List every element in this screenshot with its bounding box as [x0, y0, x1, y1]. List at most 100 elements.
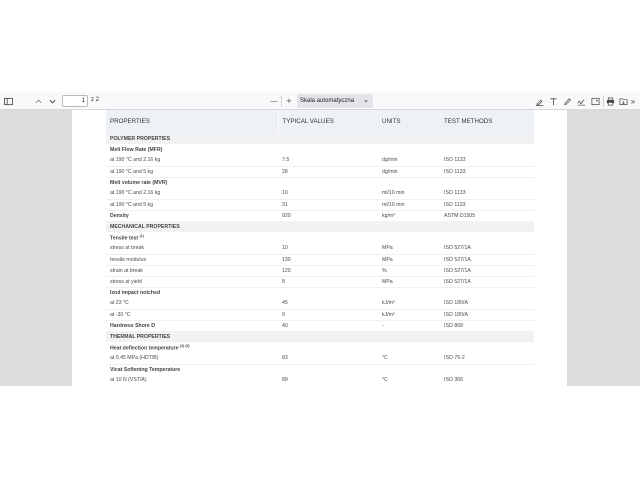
- table-cell: strain at break: [106, 265, 278, 277]
- cell-text: ASTM D1505: [444, 212, 476, 219]
- sidebar-toggle-icon[interactable]: [2, 94, 14, 108]
- cell-text: strain at break: [110, 267, 143, 274]
- table-cell: at 10 N (VST/A): [106, 375, 278, 386]
- table-cell: [378, 177, 440, 188]
- table-cell: ISO 527/1A: [440, 276, 534, 288]
- table-row: tensile modulus 130 MPa ISO 527/1A: [106, 254, 534, 266]
- table-cell: [440, 331, 534, 342]
- table-row: Vicat Softening Temperature: [106, 364, 534, 375]
- text-icon[interactable]: [547, 94, 559, 108]
- cell-text: POLYMER PROPERTIES: [110, 135, 171, 142]
- table-cell: at -30 °C: [106, 309, 278, 321]
- cell-text: ISO 1133: [444, 190, 466, 197]
- table-cell: Tensile test (1): [106, 232, 278, 243]
- table-cell: ml/10 min: [378, 188, 440, 200]
- cell-text: dg/min: [382, 168, 398, 175]
- section-row: MECHANICAL PROPERTIES: [106, 221, 534, 232]
- page-total: z 2: [91, 97, 100, 103]
- table-cell: [378, 287, 440, 298]
- zoom-out-button[interactable]: —: [268, 94, 280, 108]
- cell-text: Melt Flow Rate (MFR): [110, 146, 163, 153]
- page-number-input[interactable]: 1: [62, 95, 88, 107]
- table-cell: ISO 1133: [440, 199, 534, 211]
- cell-text: ISO 527/1A: [444, 267, 471, 274]
- table-cell: [378, 133, 440, 144]
- document-viewer[interactable]: PROPERTIES TYPICAL VALUES UNITS TEST MET…: [0, 110, 640, 386]
- table-cell: [278, 221, 378, 232]
- table-cell: stress at break: [106, 243, 278, 255]
- toolbar-separator: [281, 96, 282, 107]
- table-cell: 7.5: [278, 155, 378, 167]
- table-row: at 23 °C 45 kJ/m² ISO 180/A: [106, 298, 534, 310]
- cell-text: Heat deflection temperature: [110, 345, 179, 352]
- pdf-page: PROPERTIES TYPICAL VALUES UNITS TEST MET…: [72, 110, 567, 386]
- cell-text: ISO 75-2: [444, 355, 465, 362]
- table-cell: [278, 177, 378, 188]
- table-cell: [440, 133, 534, 144]
- table-cell: Melt Flow Rate (MFR): [106, 144, 278, 155]
- zoom-in-button[interactable]: +: [283, 94, 295, 108]
- table-cell: Izod impact notched: [106, 287, 278, 298]
- table-cell: Melt volume rate (MVR): [106, 177, 278, 188]
- cell-text: MPa: [382, 245, 393, 252]
- cell-text: 31: [282, 201, 288, 208]
- cell-text: tensile modulus: [110, 256, 147, 263]
- table-cell: at 190 °C and 5 kg: [106, 166, 278, 178]
- header-typical-values: TYPICAL VALUES: [278, 110, 378, 133]
- cell-text: °C: [382, 355, 388, 362]
- cell-text: kJ/m²: [382, 311, 395, 318]
- table-row: Hardness Shore D 40 - ISO 868: [106, 320, 534, 331]
- table-cell: ISO 1133: [440, 155, 534, 167]
- table-cell: Density: [106, 210, 278, 221]
- cell-text: -: [382, 322, 384, 329]
- header-units: UNITS: [378, 110, 440, 133]
- cell-text: ml/10 min: [382, 201, 405, 208]
- cell-text: at 10 N (VST/A): [110, 377, 147, 384]
- table-cell: [278, 342, 378, 353]
- cell-text: ISO 1133: [444, 157, 466, 164]
- table-cell: 31: [278, 199, 378, 211]
- cell-text: at 190 °C and 5 kg: [110, 168, 154, 175]
- table-cell: MECHANICAL PROPERTIES: [106, 221, 278, 232]
- zoom-select[interactable]: Skala automatyczna ⌄: [297, 94, 373, 108]
- chevron-down-icon[interactable]: [46, 94, 58, 108]
- table-row: Density 920 kg/m³ ASTM D1505: [106, 210, 534, 221]
- table-cell: [378, 342, 440, 353]
- table-cell: ISO 527/1A: [440, 265, 534, 277]
- table-cell: MPa: [378, 243, 440, 255]
- table-cell: 8: [278, 276, 378, 288]
- cell-text: MPa: [382, 256, 393, 263]
- cell-text: 130: [282, 256, 291, 263]
- cell-text: Izod impact notched: [110, 289, 161, 296]
- highlight-icon[interactable]: [533, 94, 545, 108]
- more-tools-button[interactable]: »: [627, 94, 639, 108]
- table-row: at -30 °C 9 kJ/m² ISO 180/A: [106, 309, 534, 321]
- table-cell: [440, 364, 534, 375]
- table-cell: [378, 364, 440, 375]
- table-cell: kJ/m²: [378, 298, 440, 310]
- cell-text: ISO 868: [444, 322, 464, 329]
- table-cell: 10: [278, 188, 378, 200]
- table-cell: ISO 306: [440, 375, 534, 386]
- table-cell: [378, 144, 440, 155]
- cell-text: stress at break: [110, 245, 145, 252]
- table-cell: at 190 °C and 2.16 kg: [106, 188, 278, 200]
- cell-text: 45: [282, 300, 288, 307]
- cell-text: dg/min: [382, 157, 398, 164]
- cell-text: at 23 °C: [110, 300, 129, 307]
- cell-text: Density: [110, 212, 129, 219]
- footnote-marker: (2) (3): [180, 343, 190, 348]
- properties-table: PROPERTIES TYPICAL VALUES UNITS TEST MET…: [106, 110, 534, 386]
- chevron-up-icon[interactable]: [32, 94, 44, 108]
- print-icon[interactable]: [604, 94, 616, 108]
- table-cell: MPa: [378, 276, 440, 288]
- image-icon[interactable]: [589, 94, 601, 108]
- signature-icon[interactable]: [575, 94, 587, 108]
- table-cell: 89: [278, 375, 378, 386]
- draw-icon[interactable]: [561, 94, 573, 108]
- table-cell: [440, 221, 534, 232]
- chevron-down-icon: ⌄: [363, 97, 369, 104]
- footnote-marker: (1): [139, 233, 144, 238]
- table-cell: [278, 133, 378, 144]
- table-cell: ISO 868: [440, 320, 534, 331]
